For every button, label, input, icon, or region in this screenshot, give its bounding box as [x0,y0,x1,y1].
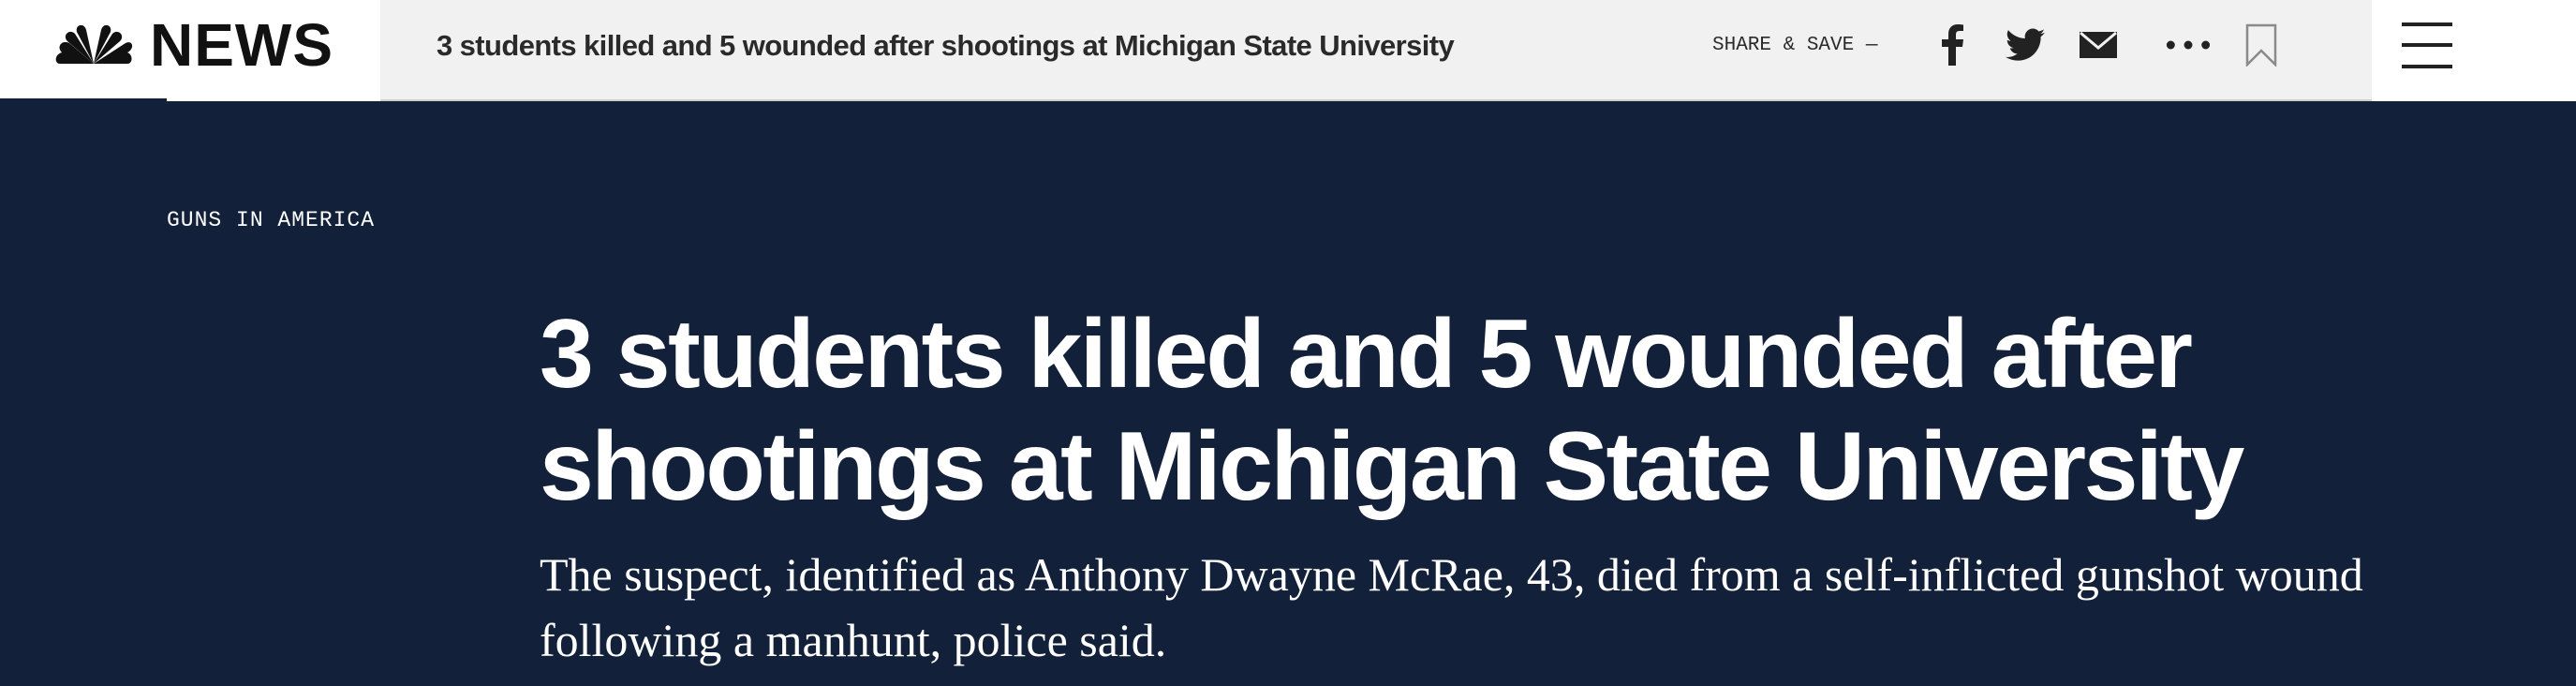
nbc-peacock-icon [55,24,133,64]
twitter-icon[interactable] [2003,22,2048,67]
sticky-share-bar: 3 students killed and 5 wounded after sh… [380,0,2372,101]
bookmark-icon[interactable] [2239,22,2284,67]
article-headline: 3 students killed and 5 wounded after sh… [540,300,2244,521]
more-icon[interactable] [2166,22,2211,67]
email-icon[interactable] [2076,22,2121,67]
section-eyebrow-link[interactable]: GUNS IN AMERICA [167,208,375,232]
facebook-icon[interactable] [1930,22,1975,67]
site-header: NEWS 3 students killed and 5 wounded aft… [0,0,2576,101]
hamburger-menu-icon[interactable] [2402,22,2452,69]
sticky-article-title: 3 students killed and 5 wounded after sh… [437,29,1455,62]
header-menu-area [2372,0,2576,101]
share-save-label: SHARE & SAVE — [1712,35,1878,56]
nbc-news-logo[interactable]: NEWS [0,0,380,101]
news-wordmark: NEWS [150,11,333,79]
article-dek: The suspect, identified as Anthony Dwayn… [540,548,2363,666]
